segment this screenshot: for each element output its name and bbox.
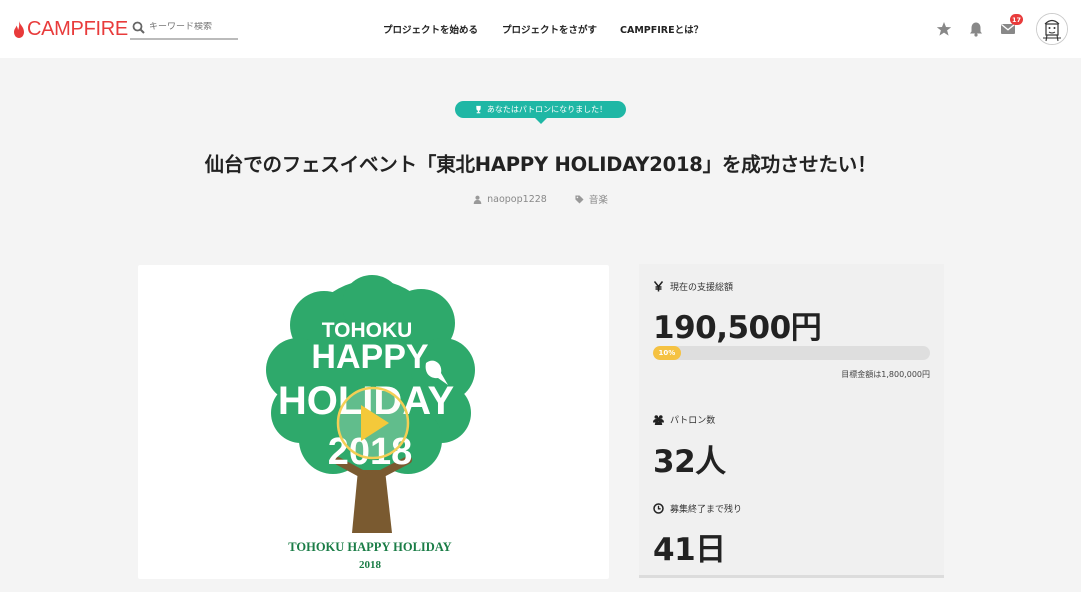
star-icon (936, 22, 952, 36)
avatar-illustration-icon (1037, 14, 1067, 44)
logo-line-2: HAPPY (311, 338, 428, 376)
clock-icon (653, 503, 664, 514)
remaining-days-label: 募集終了まで残り (653, 502, 742, 515)
project-author[interactable]: naopop1228 (473, 192, 547, 206)
author-name: naopop1228 (487, 193, 547, 205)
site-header: CAMPFIRE プロジェクトを始める プロジェクトをさがす CAMPFIREと… (0, 0, 1081, 58)
patron-notice-badge: あなたはパトロンになりました！ (455, 101, 626, 118)
users-icon (653, 415, 664, 425)
campfire-logo[interactable]: CAMPFIRE (13, 18, 128, 40)
caption-line-2: 2018 (359, 559, 382, 571)
total-funding-label: 現在の支援総額 (653, 280, 733, 293)
nav-about-campfire[interactable]: CAMPFIREとは？ (620, 22, 703, 36)
project-meta: naopop1228 音楽 (0, 192, 1081, 206)
patrons-label-text: パトロン数 (670, 416, 716, 426)
tag-icon (575, 194, 584, 204)
message-count-badge: 17 (1010, 14, 1023, 25)
patrons-value: 32人 (653, 444, 726, 480)
search-box[interactable] (130, 16, 238, 40)
search-icon (132, 21, 145, 34)
project-title: 仙台でのフェスイベント「東北HAPPY HOLIDAY2018」を成功させたい！ (204, 153, 877, 176)
logo-text: CAMPFIRE (27, 18, 128, 40)
patron-notice-text: あなたはパトロンになりました！ (486, 105, 608, 114)
remaining-days-value: 41日 (653, 532, 726, 568)
trophy-icon (476, 105, 481, 114)
funding-progress-bar: 10% (653, 346, 930, 360)
caption-line-1: TOHOKU HAPPY HOLIDAY (288, 540, 451, 554)
yen-icon (653, 281, 664, 292)
favorites-button[interactable] (935, 20, 953, 38)
project-category[interactable]: 音楽 (575, 192, 608, 206)
funding-goal: 目標金額は1,800,000円 (841, 370, 930, 379)
project-video[interactable]: TOHOKU HAPPY HOLIDAY 2018 TOHOKU HAPPY H… (138, 265, 609, 579)
user-icon (473, 195, 482, 204)
patrons-label: パトロン数 (653, 413, 715, 426)
flame-icon (14, 20, 24, 38)
funding-progress-percent: 10% (658, 349, 676, 357)
funding-progress-fill: 10% (653, 346, 681, 360)
user-avatar[interactable] (1036, 13, 1068, 45)
search-input[interactable] (149, 22, 237, 32)
total-funding-label-text: 現在の支援総額 (670, 283, 734, 293)
total-funding-value: 190,500円 (653, 310, 822, 346)
bell-icon (970, 22, 982, 37)
category-name: 音楽 (588, 195, 608, 206)
nav-find-project[interactable]: プロジェクトをさがす (502, 22, 597, 36)
nav-start-project[interactable]: プロジェクトを始める (383, 22, 478, 36)
notifications-button[interactable] (967, 20, 985, 38)
funding-stats-panel: 現在の支援総額 190,500円 10% 目標金額は1,800,000円 パトロ… (639, 264, 944, 578)
patron-notice-pointer (535, 118, 547, 124)
remaining-days-label-text: 募集終了まで残り (670, 505, 743, 515)
tohoku-happy-holiday-logo: TOHOKU HAPPY HOLIDAY 2018 TOHOKU HAPPY H… (266, 275, 475, 571)
